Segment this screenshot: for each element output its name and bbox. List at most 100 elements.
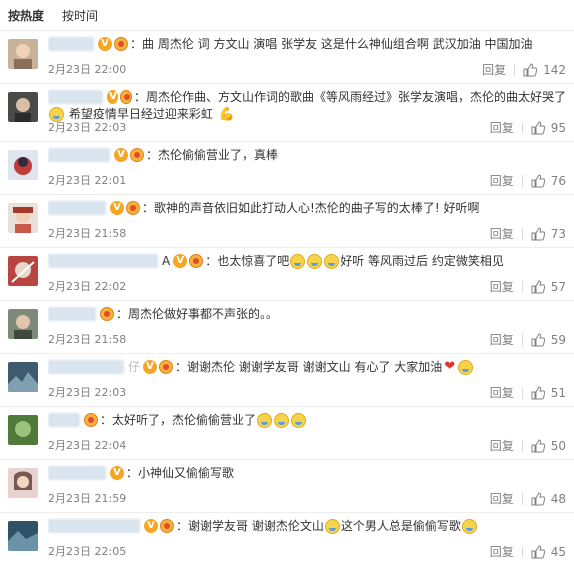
crying-emoji-icon: [257, 412, 273, 428]
username[interactable]: [48, 413, 80, 427]
like-button[interactable]: 95: [531, 121, 566, 135]
tab-time[interactable]: 按时间: [62, 7, 98, 24]
like-button[interactable]: 51: [531, 386, 566, 400]
comment-item: V ：曲 周杰伦 词 方文山 演唱 张学友 这是什么神仙组合啊 武汉加油 中国加…: [0, 30, 574, 83]
username[interactable]: [48, 254, 158, 268]
comment-time: 2月23日 22:00: [48, 63, 127, 76]
username[interactable]: [48, 307, 96, 321]
comment-item: A V ：也太惊喜了吧 好听 等风雨过后 约定微笑相见 2月23日 22:02 …: [0, 247, 574, 300]
avatar[interactable]: [8, 92, 38, 122]
like-count: 51: [550, 385, 566, 400]
comment-text: ：小神仙又偷偷写歌: [126, 466, 235, 480]
reply-button[interactable]: 回复: [490, 172, 514, 189]
member-badge-icon: [114, 37, 128, 51]
like-button[interactable]: 48: [531, 492, 566, 506]
like-count: 95: [550, 120, 566, 135]
comment-text: ：歌神的声音依旧如此打动人心!杰伦的曲子写的太棒了! 好听啊: [142, 201, 480, 215]
comment-item: ：太好听了，杰伦偷偷营业了 2月23日 22:04 回复 50: [0, 406, 574, 459]
reply-button[interactable]: 回复: [490, 543, 514, 560]
comment-text: ：杰伦偷偷营业了，真棒: [146, 148, 279, 162]
verified-icon: V: [98, 37, 112, 51]
comment-item: V ：杰伦偷偷营业了，真棒 2月23日 22:01 回复 76: [0, 141, 574, 194]
divider: [521, 545, 523, 558]
comment-item: 仔 V ：谢谢杰伦 谢谢学友哥 谢谢文山 有心了 大家加油 ❤ 2月23日 22…: [0, 353, 574, 406]
tab-hot[interactable]: 按热度: [8, 7, 44, 24]
comment-time: 2月23日 21:58: [48, 333, 127, 346]
avatar[interactable]: [8, 415, 38, 445]
divider: [521, 280, 523, 293]
verified-icon: V: [114, 148, 128, 162]
username[interactable]: [48, 37, 94, 51]
divider: [521, 227, 523, 240]
avatar[interactable]: [8, 39, 38, 69]
avatar[interactable]: [8, 468, 38, 498]
reply-button[interactable]: 回复: [490, 331, 514, 348]
username[interactable]: [48, 201, 106, 215]
comment-text: ：谢谢学友哥 谢谢杰伦文山: [176, 519, 324, 533]
divider: [521, 492, 523, 505]
crying-emoji-icon: [324, 253, 340, 269]
thumbs-up-icon: [531, 385, 545, 399]
reply-button[interactable]: 回复: [490, 278, 514, 295]
avatar[interactable]: [8, 150, 38, 180]
comment-text: ：周杰伦作曲、方文山作词的歌曲《等风雨经过》张学友演唱，杰伦的曲太好哭了: [133, 90, 566, 104]
thumbs-up-icon: [531, 173, 545, 187]
reply-button[interactable]: 回复: [490, 225, 514, 242]
crying-emoji-icon: [458, 359, 474, 375]
divider: [521, 174, 523, 187]
like-button[interactable]: 76: [531, 174, 566, 188]
thumbs-up-icon: [531, 279, 545, 293]
reply-button[interactable]: 回复: [482, 61, 506, 78]
divider: [521, 386, 523, 399]
comment-item: V ：谢谢学友哥 谢谢杰伦文山 这个男人总是偷偷写歌 2月23日 22:05 回…: [0, 512, 574, 565]
divider: [521, 439, 523, 452]
reply-button[interactable]: 回复: [490, 437, 514, 454]
comment-time: 2月23日 22:02: [48, 280, 127, 293]
username[interactable]: [48, 148, 110, 162]
like-button[interactable]: 45: [531, 545, 566, 559]
heart-icon: ❤: [444, 359, 456, 374]
like-count: 48: [550, 491, 566, 506]
thumbs-up-icon: [531, 332, 545, 346]
reply-button[interactable]: 回复: [490, 384, 514, 401]
like-count: 57: [550, 279, 566, 294]
like-count: 45: [550, 544, 566, 559]
divider: [521, 121, 523, 134]
reply-button[interactable]: 回复: [490, 119, 514, 136]
thumbs-up-icon: [531, 491, 545, 505]
like-button[interactable]: 59: [531, 333, 566, 347]
verified-icon: V: [173, 254, 188, 268]
reply-button[interactable]: 回复: [490, 490, 514, 507]
username[interactable]: [48, 90, 104, 104]
avatar[interactable]: [8, 256, 38, 286]
avatar[interactable]: [8, 203, 38, 233]
username[interactable]: [48, 360, 124, 374]
comment-list: V ：曲 周杰伦 词 方文山 演唱 张学友 这是什么神仙组合啊 武汉加油 中国加…: [0, 30, 574, 565]
username-suffix: A: [162, 254, 171, 268]
member-badge-icon: [120, 90, 132, 104]
comment-time: 2月23日 22:04: [48, 439, 127, 452]
comment-item: V ：歌神的声音依旧如此打动人心!杰伦的曲子写的太棒了! 好听啊 2月23日 2…: [0, 194, 574, 247]
verified-icon: V: [110, 466, 124, 480]
thumbs-up-icon: [531, 438, 545, 452]
comment-text: ：周杰伦做好事都不声张的。。: [116, 307, 279, 321]
member-badge-icon: [84, 413, 98, 427]
comment-time: 2月23日 21:58: [48, 227, 127, 240]
username[interactable]: [48, 466, 106, 480]
like-button[interactable]: 57: [531, 280, 566, 294]
verified-icon: V: [107, 90, 119, 104]
avatar[interactable]: [8, 521, 38, 551]
like-count: 73: [550, 226, 566, 241]
like-button[interactable]: 50: [531, 439, 566, 453]
like-button[interactable]: 73: [531, 227, 566, 241]
username[interactable]: [48, 519, 140, 533]
divider: [521, 333, 523, 346]
avatar[interactable]: [8, 362, 38, 392]
comment-item: ：周杰伦做好事都不声张的。。 2月23日 21:58 回复 59: [0, 300, 574, 353]
crying-emoji-icon: [461, 518, 477, 534]
thumbs-up-icon: [531, 544, 545, 558]
comment-text-prefix: ：也太惊喜了吧: [205, 254, 290, 268]
avatar[interactable]: [8, 309, 38, 339]
member-badge-icon: [189, 254, 204, 268]
like-button[interactable]: 142: [523, 63, 566, 77]
